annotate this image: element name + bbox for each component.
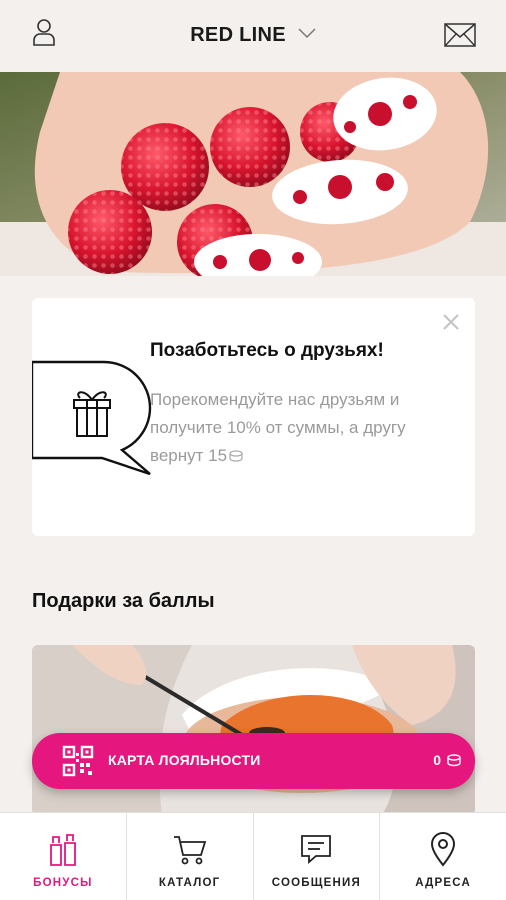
nav-label: БОНУСЫ — [33, 877, 93, 889]
app-header: RED LINE — [0, 0, 506, 72]
promo-description: Порекомендуйте нас друзьям и получите 10… — [150, 386, 450, 470]
carousel-indicator — [0, 234, 506, 252]
salon-name: RED LINE — [190, 24, 286, 46]
refer-friends-card[interactable]: Позаботьтесь о друзьях! Порекомендуйте н… — [32, 298, 475, 536]
carousel-dot[interactable] — [234, 237, 245, 247]
nav-item-addresses[interactable]: АДРЕСА — [380, 813, 506, 900]
loyalty-card-button[interactable]: КАРТА ЛОЯЛЬНОСТИ 0 — [32, 733, 475, 789]
close-icon[interactable] — [441, 312, 461, 332]
chevron-down-icon — [298, 28, 316, 39]
loyalty-card-label: КАРТА ЛОЯЛЬНОСТИ — [108, 752, 261, 768]
nav-item-messages[interactable]: СООБЩЕНИЯ — [254, 813, 381, 900]
promo-text: Порекомендуйте нас друзьям и получите 10… — [150, 390, 406, 465]
gift-item-card[interactable] — [32, 645, 475, 815]
bottom-navigation: БОНУСЫ КАТАЛОГ СООБЩЕНИЯ АДРЕСА — [0, 812, 506, 900]
nav-item-bonuses[interactable]: БОНУСЫ — [0, 813, 127, 900]
salon-selector[interactable]: RED LINE — [0, 24, 506, 47]
cart-icon — [173, 836, 206, 865]
qr-code-icon — [62, 745, 94, 777]
nav-label: КАТАЛОГ — [158, 877, 221, 889]
gift-icon — [32, 360, 152, 476]
carousel-dot-active[interactable] — [261, 237, 272, 247]
gift-item-image — [32, 645, 475, 815]
nav-label: АДРЕСА — [415, 877, 472, 889]
bottles-icon — [49, 834, 76, 866]
chat-icon — [301, 835, 332, 864]
mail-icon[interactable] — [444, 23, 476, 47]
coin-icon — [229, 450, 243, 462]
location-pin-icon — [431, 832, 456, 867]
nav-label: СООБЩЕНИЯ — [271, 877, 361, 889]
coin-icon — [447, 754, 461, 767]
nav-item-catalog[interactable]: КАТАЛОГ — [127, 813, 254, 900]
section-title: Подарки за баллы — [32, 590, 215, 612]
promo-title: Позаботьтесь о друзьях! — [150, 340, 384, 361]
promo-banner-carousel[interactable] — [0, 72, 506, 276]
loyalty-balance: 0 — [433, 752, 441, 768]
